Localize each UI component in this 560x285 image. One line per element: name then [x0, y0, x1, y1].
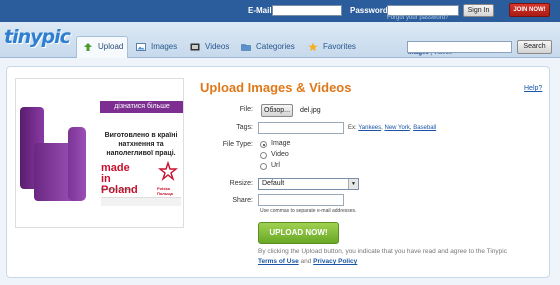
upload-now-button[interactable]: UPLOAD NOW! — [258, 222, 339, 244]
help-link[interactable]: Help? — [524, 85, 542, 92]
search-input[interactable] — [407, 41, 512, 53]
login-bar: E-Mail: Password: Forgot your password? … — [0, 0, 560, 22]
chair-arm-image — [68, 127, 86, 201]
tab-categories[interactable]: Categories — [235, 37, 301, 57]
file-type-label: File Type: — [222, 141, 253, 148]
logo-text: tinypic — [4, 26, 71, 48]
privacy-policy-link[interactable]: Privacy Policy — [313, 258, 357, 265]
tags-input[interactable] — [258, 122, 344, 134]
email-field[interactable] — [272, 5, 342, 16]
tab-label: Favorites — [323, 42, 356, 51]
selected-file-name: del.jpg — [300, 107, 321, 114]
tag-example-baseball[interactable]: Baseball — [413, 125, 436, 131]
tab-label: Images — [151, 42, 178, 51]
tab-label: Upload — [98, 42, 124, 51]
tab-images[interactable]: Images — [130, 37, 182, 57]
share-note: Use commas to separate e-mail addresses. — [260, 208, 357, 214]
upload-arrow-icon — [84, 43, 92, 51]
tag-example-new-york[interactable]: New York — [384, 125, 409, 131]
join-now-button[interactable]: JOIN NOW! — [509, 3, 550, 17]
chevron-down-icon: ▼ — [348, 179, 358, 189]
eu-logos-strip — [101, 197, 181, 206]
resize-label: Resize: — [229, 180, 253, 187]
advertisement[interactable]: дізнатися більше Виготовлено в країні на… — [15, 78, 184, 228]
share-input[interactable] — [258, 194, 344, 206]
film-icon — [190, 43, 200, 51]
forgot-password-link[interactable]: Forgot your password? — [387, 15, 448, 21]
email-label: E-Mail: — [248, 6, 275, 15]
tab-favorites[interactable]: Favorites — [302, 37, 364, 57]
terms-of-use-link[interactable]: Terms of Use — [258, 258, 299, 265]
tab-label: Categories — [256, 42, 295, 51]
sign-in-button[interactable]: Sign In — [463, 4, 494, 17]
file-type-image-label: Image — [271, 140, 291, 147]
ad-slogan: Виготовлено в країні натхнення та наполе… — [104, 132, 178, 157]
file-type-video-radio[interactable] — [260, 152, 267, 159]
tab-label: Videos — [205, 42, 230, 51]
ad-made-in-poland: made in Poland — [101, 162, 138, 196]
file-label: File: — [239, 106, 253, 113]
polska-logo-icon — [158, 161, 178, 182]
resize-select[interactable]: Default ▼ — [258, 178, 359, 190]
tinypic-logo[interactable]: tinypic — [4, 26, 71, 52]
share-label: Share: — [232, 197, 253, 204]
ad-banner: дізнатися більше — [100, 101, 183, 113]
terms-agreement-text: By clicking the Upload button, you indic… — [258, 248, 507, 265]
file-type-url-radio[interactable] — [260, 163, 267, 170]
ad-brand: Polska Польща — [157, 186, 173, 196]
tab-videos[interactable]: Videos — [184, 37, 236, 57]
browse-button[interactable]: Обзор... — [261, 104, 293, 117]
images-icon — [136, 43, 146, 51]
resize-value: Default — [262, 180, 285, 187]
ad-made-sub: Виготовлено в Польщі — [101, 187, 133, 191]
file-type-url-label: Url — [271, 162, 280, 169]
tag-example-yankees[interactable]: Yankees — [358, 125, 381, 131]
tab-upload[interactable]: Upload — [76, 36, 128, 58]
search-button[interactable]: Search — [517, 40, 552, 54]
password-label: Password: — [350, 6, 391, 15]
tags-hint: Ex: Yankees, New York, Baseball — [348, 125, 437, 131]
page-title: Upload Images & Videos — [200, 80, 352, 95]
tags-label: Tags: — [236, 124, 253, 131]
file-type-video-label: Video — [271, 151, 289, 158]
star-icon — [308, 42, 318, 52]
file-type-image-radio[interactable] — [260, 141, 267, 148]
folder-icon — [241, 44, 251, 51]
